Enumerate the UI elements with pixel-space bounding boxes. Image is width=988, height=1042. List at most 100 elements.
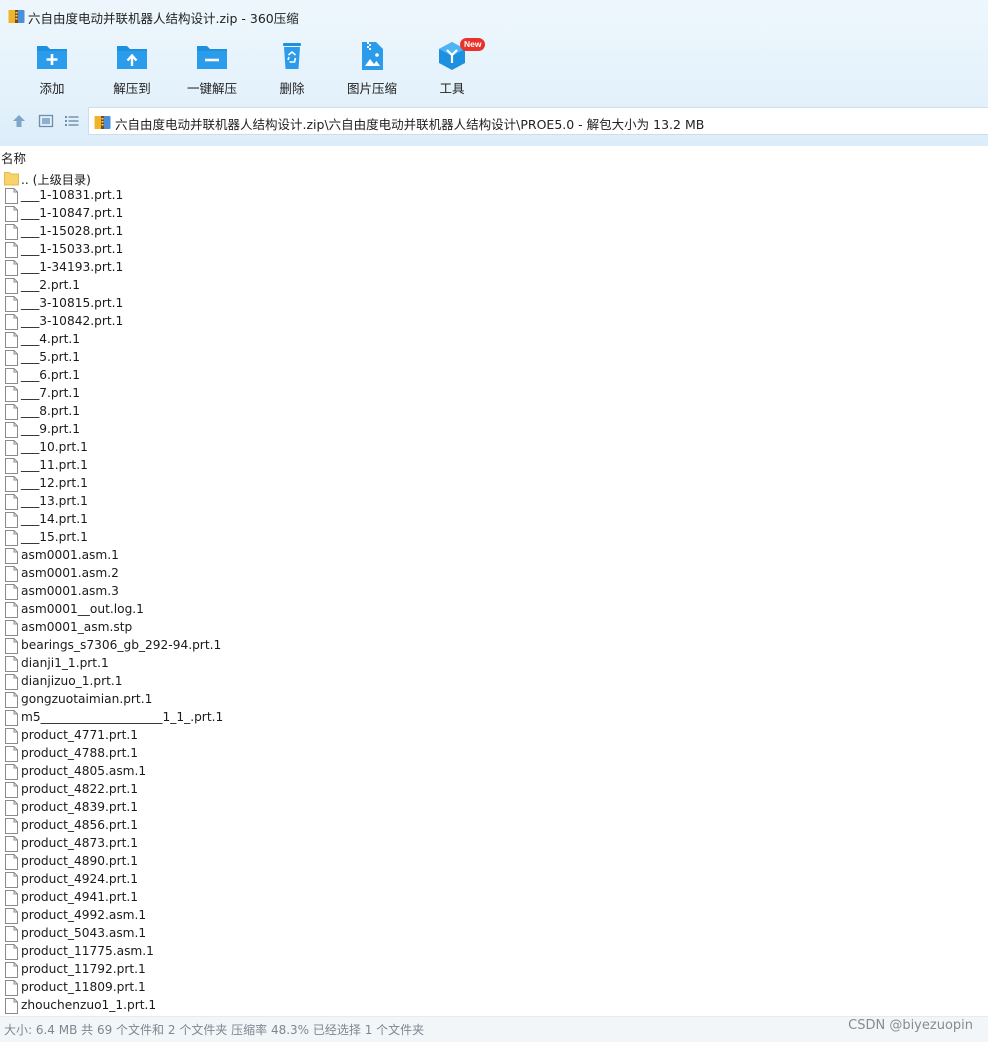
file-row[interactable]: ___2.prt.1 xyxy=(0,277,988,295)
file-row[interactable]: product_11775.asm.1 xyxy=(0,943,988,961)
add-button[interactable]: 添加 xyxy=(17,38,87,98)
file-row[interactable]: zhouchenzuo1_1.prt.1 xyxy=(0,997,988,1015)
file-row[interactable]: product_4941.prt.1 xyxy=(0,889,988,907)
file-row[interactable]: asm0001.asm.2 xyxy=(0,565,988,583)
file-row[interactable]: ___9.prt.1 xyxy=(0,421,988,439)
file-icon xyxy=(5,458,18,474)
file-name: product_11792.prt.1 xyxy=(21,962,146,976)
file-icon xyxy=(5,242,18,258)
file-icon xyxy=(5,548,18,564)
file-row[interactable]: product_4873.prt.1 xyxy=(0,835,988,853)
file-row[interactable]: ___11.prt.1 xyxy=(0,457,988,475)
file-icon xyxy=(5,278,18,294)
file-row[interactable]: product_4771.prt.1 xyxy=(0,727,988,745)
thumbnail-view-icon[interactable] xyxy=(38,113,54,129)
one-click-extract-button[interactable]: 一键解压 xyxy=(177,38,247,98)
file-name: ___1-34193.prt.1 xyxy=(21,260,124,274)
file-row[interactable]: product_4839.prt.1 xyxy=(0,799,988,817)
file-name: ___13.prt.1 xyxy=(21,494,88,508)
file-row[interactable]: ___3-10842.prt.1 xyxy=(0,313,988,331)
file-name: ___3-10815.prt.1 xyxy=(21,296,124,310)
file-row[interactable]: asm0001_asm.stp xyxy=(0,619,988,637)
file-icon xyxy=(5,944,18,960)
file-name: ___9.prt.1 xyxy=(21,422,81,436)
file-row[interactable]: ___1-34193.prt.1 xyxy=(0,259,988,277)
file-row[interactable]: ___13.prt.1 xyxy=(0,493,988,511)
file-icon xyxy=(5,584,18,600)
file-row[interactable]: ___8.prt.1 xyxy=(0,403,988,421)
file-row[interactable]: ___5.prt.1 xyxy=(0,349,988,367)
file-icon xyxy=(5,836,18,852)
file-name: ___1-10831.prt.1 xyxy=(21,188,124,202)
file-row[interactable]: product_4805.asm.1 xyxy=(0,763,988,781)
file-name: product_5043.asm.1 xyxy=(21,926,147,940)
file-icon xyxy=(5,422,18,438)
tools-button[interactable]: New 工具 xyxy=(417,38,487,98)
file-icon xyxy=(5,728,18,744)
list-view-icon[interactable] xyxy=(64,113,80,129)
extract-to-label: 解压到 xyxy=(113,81,151,96)
file-row[interactable]: ___3-10815.prt.1 xyxy=(0,295,988,313)
file-row[interactable]: m5____________________1_1_.prt.1 xyxy=(0,709,988,727)
file-row[interactable]: ___7.prt.1 xyxy=(0,385,988,403)
column-name-label: 名称 xyxy=(1,151,27,166)
file-row[interactable]: product_4856.prt.1 xyxy=(0,817,988,835)
status-text: 大小: 6.4 MB 共 69 个文件和 2 个文件夹 压缩率 48.3% 已经… xyxy=(4,1023,425,1037)
file-row[interactable]: ___4.prt.1 xyxy=(0,331,988,349)
image-compress-button[interactable]: 图片压缩 xyxy=(337,38,407,98)
file-icon xyxy=(5,386,18,402)
file-icon xyxy=(5,512,18,528)
file-name: asm0001.asm.2 xyxy=(21,566,119,580)
file-row[interactable]: ___1-10831.prt.1 xyxy=(0,187,988,205)
file-row[interactable]: product_11809.prt.1 xyxy=(0,979,988,997)
file-name: ___1-10847.prt.1 xyxy=(21,206,124,220)
file-row[interactable]: ___15.prt.1 xyxy=(0,529,988,547)
address-bar: 六自由度电动并联机器人结构设计.zip\六自由度电动并联机器人结构设计\PROE… xyxy=(0,106,988,136)
file-name: product_4873.prt.1 xyxy=(21,836,139,850)
parent-directory-row[interactable]: .. (上级目录) xyxy=(0,169,988,187)
file-name: zhouchenzuo1_1.prt.1 xyxy=(21,998,157,1012)
file-row[interactable]: product_5043.asm.1 xyxy=(0,925,988,943)
file-row[interactable]: asm0001.asm.3 xyxy=(0,583,988,601)
file-row[interactable]: dianji1_1.prt.1 xyxy=(0,655,988,673)
file-icon xyxy=(5,818,18,834)
file-row[interactable]: product_4890.prt.1 xyxy=(0,853,988,871)
file-row[interactable]: ___10.prt.1 xyxy=(0,439,988,457)
file-row[interactable]: asm0001.asm.1 xyxy=(0,547,988,565)
file-name: product_4839.prt.1 xyxy=(21,800,139,814)
file-name: product_4890.prt.1 xyxy=(21,854,139,868)
image-compress-label: 图片压缩 xyxy=(346,81,397,96)
file-row[interactable]: product_11792.prt.1 xyxy=(0,961,988,979)
file-name: product_4788.prt.1 xyxy=(21,746,139,760)
address-field[interactable]: 六自由度电动并联机器人结构设计.zip\六自由度电动并联机器人结构设计\PROE… xyxy=(88,107,988,135)
file-row[interactable]: product_4992.asm.1 xyxy=(0,907,988,925)
file-row[interactable]: ___6.prt.1 xyxy=(0,367,988,385)
file-row[interactable]: ___14.prt.1 xyxy=(0,511,988,529)
file-name: product_4941.prt.1 xyxy=(21,890,139,904)
file-icon xyxy=(5,350,18,366)
file-name: product_4992.asm.1 xyxy=(21,908,147,922)
file-row[interactable]: bearings_s7306_gb_292-94.prt.1 xyxy=(0,637,988,655)
file-name: product_4805.asm.1 xyxy=(21,764,147,778)
column-header-name[interactable]: 名称 xyxy=(0,147,988,166)
delete-button[interactable]: 删除 xyxy=(257,38,327,98)
file-row[interactable]: gongzuotaimian.prt.1 xyxy=(0,691,988,709)
file-name: asm0001.asm.3 xyxy=(21,584,119,598)
up-arrow-icon[interactable] xyxy=(11,113,27,129)
add-label: 添加 xyxy=(39,81,65,96)
file-row[interactable]: asm0001__out.log.1 xyxy=(0,601,988,619)
file-name: dianjizuo_1.prt.1 xyxy=(21,674,123,688)
file-row[interactable]: product_4788.prt.1 xyxy=(0,745,988,763)
file-row[interactable]: dianjizuo_1.prt.1 xyxy=(0,673,988,691)
file-row[interactable]: ___1-10847.prt.1 xyxy=(0,205,988,223)
new-badge: New xyxy=(460,38,486,51)
file-icon xyxy=(5,602,18,618)
file-row[interactable]: product_4924.prt.1 xyxy=(0,871,988,889)
file-row[interactable]: ___1-15028.prt.1 xyxy=(0,223,988,241)
file-row[interactable]: ___1-15033.prt.1 xyxy=(0,241,988,259)
extract-to-button[interactable]: 解压到 xyxy=(97,38,167,98)
file-row[interactable]: ___12.prt.1 xyxy=(0,475,988,493)
file-name: ___7.prt.1 xyxy=(21,386,81,400)
file-row[interactable]: product_4822.prt.1 xyxy=(0,781,988,799)
image-compress-icon xyxy=(362,42,383,70)
